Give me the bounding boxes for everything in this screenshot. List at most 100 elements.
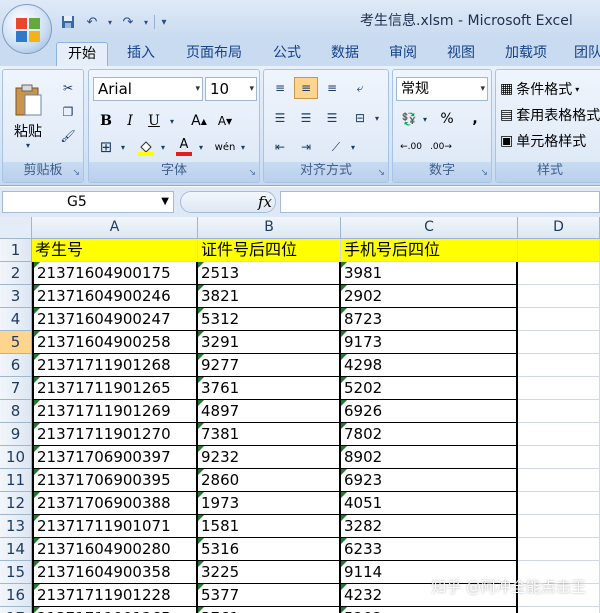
data-cell[interactable]: 5312 [198, 308, 341, 331]
underline-dropdown-icon[interactable]: ▾ [167, 110, 177, 132]
align-right-icon[interactable]: ☰ [320, 107, 344, 129]
formula-input[interactable] [280, 191, 600, 213]
data-cell[interactable]: 6923 [341, 469, 518, 492]
data-cell[interactable]: 8723 [341, 308, 518, 331]
tab-home[interactable]: 开始 [56, 42, 108, 66]
phonetic-icon[interactable]: wén [213, 136, 237, 158]
font-color-dropdown-icon[interactable]: ▾ [197, 136, 205, 158]
empty-cell[interactable] [518, 515, 600, 538]
empty-cell[interactable] [518, 308, 600, 331]
empty-cell[interactable] [518, 607, 600, 613]
office-button[interactable] [2, 4, 52, 54]
tab-data[interactable]: 数据 [322, 42, 368, 66]
column-header-b[interactable]: B [198, 217, 341, 239]
empty-cell[interactable] [518, 262, 600, 285]
header-cell[interactable]: 考生号 [32, 239, 198, 262]
clipboard-launcher-icon[interactable]: ↘ [72, 168, 80, 178]
data-cell[interactable]: 21371706900397 [32, 446, 198, 469]
data-cell[interactable]: 7381 [198, 423, 341, 446]
data-cell[interactable]: 6233 [341, 538, 518, 561]
column-header-a[interactable]: A [32, 217, 198, 239]
row-header-7[interactable]: 7 [0, 377, 32, 400]
data-cell[interactable]: 5202 [341, 607, 518, 613]
cell-styles-button[interactable]: ▣ 单元格样式 [500, 130, 600, 152]
bold-button[interactable]: B [95, 110, 117, 132]
data-cell[interactable]: 21371711901228 [32, 584, 198, 607]
data-cell[interactable]: 2902 [341, 285, 518, 308]
borders-icon[interactable]: ⊞ [95, 136, 117, 158]
empty-cell[interactable] [518, 331, 600, 354]
data-cell[interactable]: 9277 [198, 354, 341, 377]
fill-color-icon[interactable] [135, 136, 157, 158]
wrap-text-icon[interactable]: ⤶ [348, 77, 372, 99]
align-bottom-icon[interactable]: ≡ [320, 77, 344, 99]
data-cell[interactable]: 21371711901270 [32, 423, 198, 446]
percent-style-icon[interactable]: % [435, 108, 459, 130]
insert-function-icon[interactable]: fx [258, 193, 272, 211]
empty-cell[interactable] [518, 377, 600, 400]
align-middle-icon[interactable]: ≡ [294, 77, 318, 99]
header-cell-empty[interactable] [518, 239, 600, 262]
empty-cell[interactable] [518, 423, 600, 446]
data-cell[interactable]: 21371604900175 [32, 262, 198, 285]
data-cell[interactable]: 2513 [198, 262, 341, 285]
font-name-select[interactable]: Arial ▾ [93, 77, 203, 101]
data-cell[interactable]: 4298 [341, 354, 518, 377]
data-cell[interactable]: 4051 [341, 492, 518, 515]
tab-formulas[interactable]: 公式 [264, 42, 310, 66]
data-cell[interactable]: 5316 [198, 538, 341, 561]
column-header-c[interactable]: C [341, 217, 518, 239]
increase-indent-icon[interactable]: ⇥ [294, 136, 318, 158]
row-header-14[interactable]: 14 [0, 538, 32, 561]
tab-team[interactable]: 团队 [568, 42, 600, 66]
row-header-11[interactable]: 11 [0, 469, 32, 492]
row-header-1[interactable]: 1 [0, 239, 32, 262]
customize-qat-icon[interactable]: ▾ [159, 13, 169, 31]
data-cell[interactable]: 3981 [341, 262, 518, 285]
header-cell[interactable]: 手机号后四位 [341, 239, 518, 262]
data-cell[interactable]: 21371706900395 [32, 469, 198, 492]
data-cell[interactable]: 21371711901265 [32, 377, 198, 400]
orientation-icon[interactable]: ⟋ [324, 136, 348, 158]
empty-cell[interactable] [518, 538, 600, 561]
data-cell[interactable]: 3761 [198, 607, 341, 613]
increase-decimal-icon[interactable]: ←.00 [397, 136, 425, 158]
font-size-select[interactable]: 10 ▾ [205, 77, 257, 101]
underline-button[interactable]: U [143, 110, 165, 132]
data-cell[interactable]: 3821 [198, 285, 341, 308]
font-launcher-icon[interactable]: ↘ [248, 168, 256, 178]
copy-icon[interactable]: ❐ [57, 102, 79, 122]
empty-cell[interactable] [518, 285, 600, 308]
borders-dropdown-icon[interactable]: ▾ [119, 136, 127, 158]
number-format-select[interactable]: 常规 ▾ [396, 77, 488, 101]
data-cell[interactable]: 21371706900388 [32, 492, 198, 515]
data-cell[interactable]: 3225 [198, 561, 341, 584]
data-cell[interactable]: 4897 [198, 400, 341, 423]
data-cell[interactable]: 6926 [341, 400, 518, 423]
row-header-4[interactable]: 4 [0, 308, 32, 331]
empty-cell[interactable] [518, 492, 600, 515]
align-top-icon[interactable]: ≡ [268, 77, 292, 99]
tab-insert[interactable]: 插入 [118, 42, 164, 66]
format-as-table-button[interactable]: ▤ 套用表格格式 [500, 104, 600, 126]
row-header-5[interactable]: 5 [0, 331, 32, 354]
tab-page-layout[interactable]: 页面布局 [178, 42, 250, 66]
row-header-13[interactable]: 13 [0, 515, 32, 538]
name-box[interactable]: G5 ▼ [2, 191, 174, 213]
data-cell[interactable]: 8902 [341, 446, 518, 469]
undo-icon[interactable]: ↶ [82, 13, 102, 31]
name-box-dropdown-icon[interactable]: ▼ [161, 192, 169, 212]
data-cell[interactable]: 21371711901269 [32, 400, 198, 423]
data-cell[interactable]: 21371604900246 [32, 285, 198, 308]
accounting-format-icon[interactable]: 💱 [397, 108, 421, 130]
data-cell[interactable]: 2860 [198, 469, 341, 492]
row-header-16[interactable]: 16 [0, 584, 32, 607]
redo-icon[interactable]: ↷ [118, 13, 138, 31]
data-cell[interactable]: 9232 [198, 446, 341, 469]
decrease-decimal-icon[interactable]: .00→ [427, 136, 455, 158]
format-painter-icon[interactable]: 🖌 [57, 126, 79, 146]
save-icon[interactable] [58, 13, 78, 31]
data-cell[interactable]: 3282 [341, 515, 518, 538]
empty-cell[interactable] [518, 354, 600, 377]
italic-button[interactable]: I [119, 110, 141, 132]
